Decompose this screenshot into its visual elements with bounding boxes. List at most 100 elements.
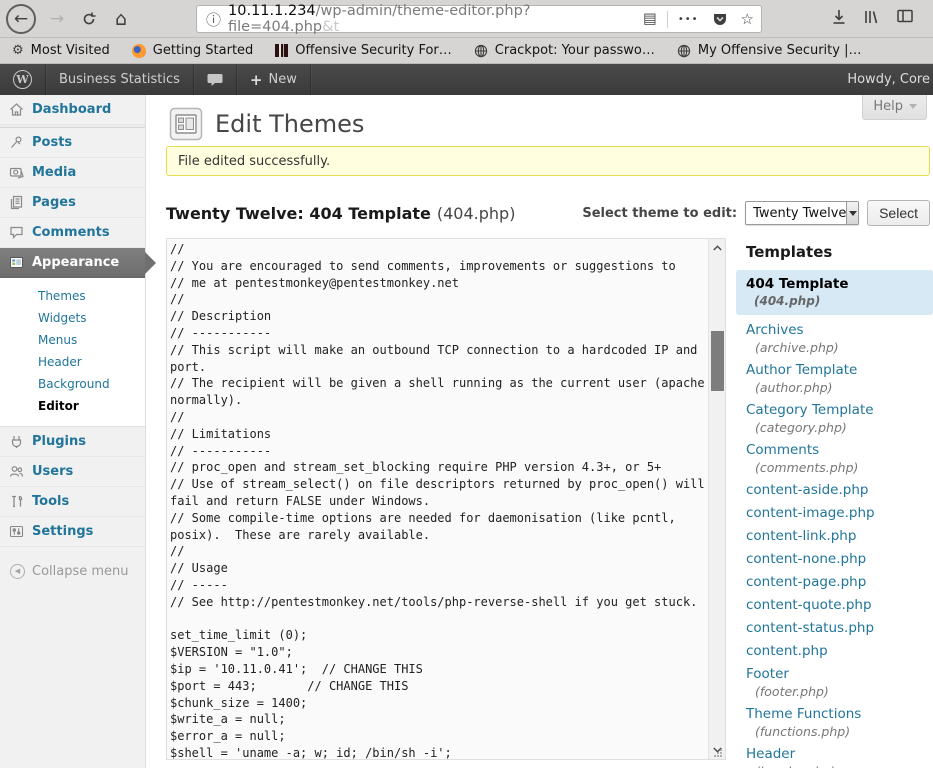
bookmarks-bar: ⚙ Most Visited Getting Started Offensive… [0, 38, 933, 64]
chevron-down-icon [909, 104, 917, 109]
sidebar-item-posts[interactable]: Posts [0, 128, 145, 158]
wp-logo-menu[interactable]: W [0, 64, 46, 95]
pushpin-icon [9, 135, 24, 150]
submenu-item-widgets[interactable]: Widgets [0, 307, 145, 329]
bookmark-label: Most Visited [31, 43, 110, 58]
template-link[interactable]: Footer [746, 666, 933, 682]
template-link[interactable]: Theme Functions [746, 706, 933, 722]
template-link[interactable]: Category Template [746, 402, 933, 418]
select-theme-button[interactable]: Select [867, 200, 930, 226]
sidebar-item-comments[interactable]: Comments [0, 218, 145, 248]
templates-panel: Templates 404 Template (404.php) Archive… [736, 243, 933, 768]
theme-select-group: Select theme to edit: Twenty Twelve Sele… [582, 200, 930, 226]
template-link[interactable]: Header [746, 746, 933, 762]
scroll-up-arrow[interactable] [709, 240, 725, 256]
sidebar-item-label: Media [32, 165, 76, 180]
template-link[interactable]: content-image.php [746, 505, 933, 521]
bookmark-getting-started[interactable]: Getting Started [132, 43, 254, 58]
template-item: Archives (archive.php) [736, 322, 933, 355]
bookmark-crackpot[interactable]: Crackpot: Your passwo… [474, 43, 655, 58]
sidebar-item-users[interactable]: Users [0, 457, 145, 487]
template-link[interactable]: Archives [746, 322, 933, 338]
back-arrow-icon: ← [14, 9, 28, 29]
template-link[interactable]: content-link.php [746, 528, 933, 544]
editor-scrollbar[interactable] [708, 239, 725, 759]
help-label: Help [873, 99, 903, 114]
submenu-item-editor[interactable]: Editor [0, 395, 145, 417]
globe-icon [677, 44, 691, 58]
template-file: (404.php) [754, 294, 925, 308]
howdy-account-menu[interactable]: Howdy, Core [847, 64, 933, 95]
themes-screen-icon [169, 107, 203, 141]
template-link[interactable]: content-none.php [746, 551, 933, 567]
sidebar-item-settings[interactable]: Settings [0, 517, 145, 547]
template-link[interactable]: content-page.php [746, 574, 933, 590]
sidebar-item-label: Pages [32, 195, 76, 210]
site-name-menu[interactable]: Business Statistics [46, 64, 194, 95]
scrollbar-thumb[interactable] [711, 331, 724, 391]
template-link[interactable]: content-aside.php [746, 482, 933, 498]
globe-icon [474, 44, 488, 58]
sidebar-item-appearance[interactable]: Appearance [0, 248, 145, 278]
template-item: Comments (comments.php) [736, 442, 933, 475]
help-tab[interactable]: Help [862, 95, 927, 120]
collapse-arrow-icon: ◀ [10, 564, 25, 579]
template-file: (category.php) [755, 420, 933, 435]
template-link[interactable]: content.php [746, 643, 933, 659]
downloads-icon[interactable] [830, 8, 848, 26]
firefox-icon [132, 44, 146, 58]
chevron-down-icon [849, 211, 857, 216]
sidebar-panel-icon[interactable] [896, 8, 914, 24]
new-label: New [268, 72, 296, 87]
url-bar[interactable]: ⓘ 10.11.1.234/wp-admin/theme-editor.php?… [196, 5, 762, 33]
resize-grip-icon[interactable] [713, 748, 723, 758]
reload-button[interactable] [74, 4, 104, 34]
site-info-icon[interactable]: ⓘ [206, 9, 221, 30]
pocket-icon[interactable] [713, 13, 727, 26]
submenu-item-background[interactable]: Background [0, 373, 145, 395]
template-link[interactable]: content-status.php [746, 620, 933, 636]
appearance-icon [9, 255, 24, 270]
sidebar-item-dashboard[interactable]: Dashboard [0, 95, 145, 125]
code-textarea[interactable]: // // You are encouraged to send comment… [167, 239, 708, 759]
forward-button[interactable]: → [42, 4, 72, 34]
bookmark-most-visited[interactable]: ⚙ Most Visited [12, 43, 110, 58]
template-item: content-status.php [736, 620, 933, 636]
submenu-item-header[interactable]: Header [0, 351, 145, 373]
home-button[interactable]: ⌂ [106, 4, 136, 34]
bookmark-star-icon[interactable]: ☆ [741, 10, 754, 28]
theme-select-dropdown[interactable]: Twenty Twelve [745, 201, 859, 225]
sidebar-item-plugins[interactable]: Plugins [0, 427, 145, 457]
bookmark-offensive-security-forums[interactable]: Offensive Security For… [275, 43, 451, 58]
template-file: (author.php) [755, 380, 933, 395]
reader-mode-icon[interactable]: ▤ [643, 11, 657, 27]
library-icon[interactable] [862, 8, 880, 26]
media-camera-icon [9, 165, 24, 180]
sidebar-item-pages[interactable]: Pages [0, 188, 145, 218]
forward-arrow-icon: → [50, 9, 64, 29]
template-link[interactable]: Author Template [746, 362, 933, 378]
plus-icon: + [250, 71, 263, 89]
sidebar-item-tools[interactable]: Tools [0, 487, 145, 517]
users-icon [9, 464, 24, 479]
new-content-menu[interactable]: + New [237, 64, 311, 95]
submenu-item-menus[interactable]: Menus [0, 329, 145, 351]
template-link[interactable]: content-quote.php [746, 597, 933, 613]
sidebar-item-media[interactable]: Media [0, 158, 145, 188]
template-item-selected[interactable]: 404 Template (404.php) [736, 270, 933, 315]
submenu-item-themes[interactable]: Themes [0, 285, 145, 307]
collapse-menu-button[interactable]: ◀ Collapse menu [0, 557, 145, 585]
page-actions-icon[interactable]: ••• [678, 14, 699, 25]
gear-icon: ⚙ [12, 44, 24, 57]
template-item: content-page.php [736, 574, 933, 590]
template-file: (archive.php) [755, 340, 933, 355]
bookmark-my-offensive-security[interactable]: My Offensive Security |… [677, 43, 862, 58]
sidebar-item-label: Users [32, 464, 73, 479]
template-link[interactable]: Comments [746, 442, 933, 458]
reload-icon [81, 11, 97, 27]
back-button[interactable]: ← [6, 4, 36, 34]
comments-menu[interactable] [194, 64, 237, 95]
code-editor: // // You are encouraged to send comment… [166, 238, 726, 760]
template-item: content-link.php [736, 528, 933, 544]
theme-heading: Twenty Twelve: 404 Template [166, 204, 431, 223]
